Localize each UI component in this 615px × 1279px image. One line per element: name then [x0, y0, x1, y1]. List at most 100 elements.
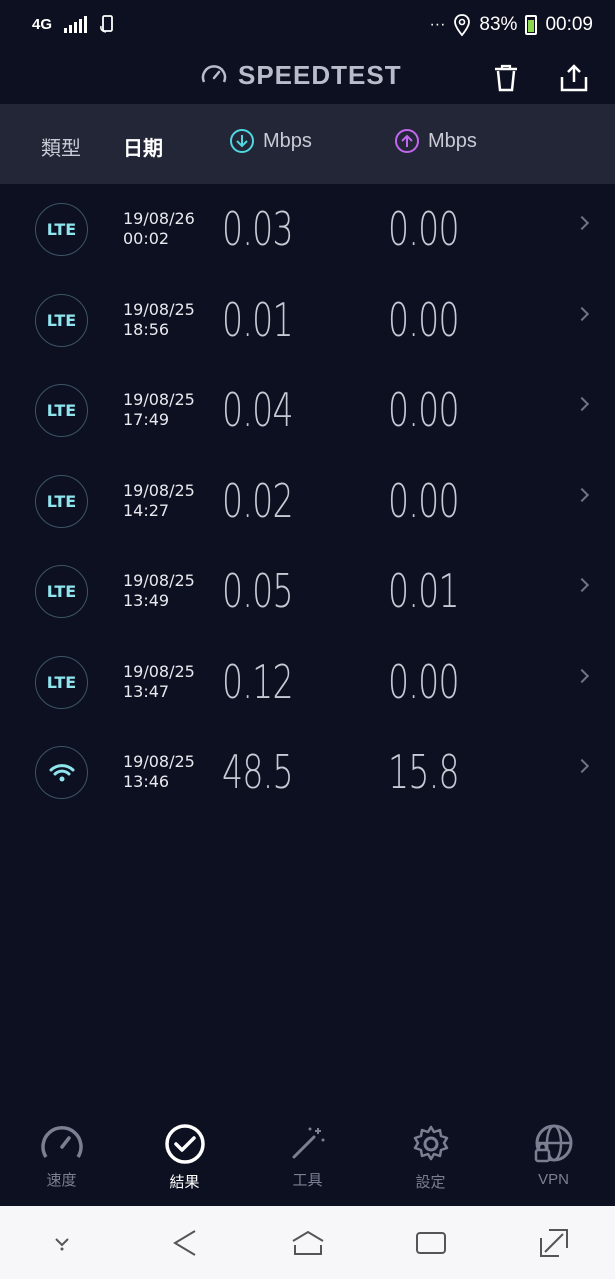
back-icon [172, 1229, 196, 1256]
column-type[interactable]: 類型 [41, 132, 81, 161]
connection-type-badge [35, 746, 88, 799]
nav-results[interactable]: 結果 [123, 1115, 246, 1205]
expand-icon [539, 1228, 568, 1257]
upload-unit: Mbps [428, 129, 477, 152]
result-row[interactable]: LTE 19/08/26 00:02 0.03 0.00 [0, 184, 615, 275]
system-navigation-bar [0, 1206, 615, 1279]
result-row[interactable]: LTE 19/08/25 17:49 0.04 0.00 [0, 365, 615, 456]
download-speed: 0.03 [222, 202, 294, 256]
location-icon [454, 14, 471, 37]
upload-speed: 15.8 [388, 745, 460, 799]
result-row[interactable]: LTE 19/08/25 13:49 0.05 0.01 [0, 546, 615, 637]
column-date[interactable]: 日期 [123, 132, 163, 161]
nav-results-label: 結果 [169, 1174, 200, 1191]
clock: 00:09 [545, 14, 593, 35]
app-title: SPEEDTEST [238, 60, 402, 90]
chevron-right-icon [574, 668, 590, 683]
result-time: 13:46 [123, 772, 170, 791]
nav-tools[interactable]: 工具 [246, 1115, 369, 1205]
connection-type-badge: LTE [35, 565, 88, 618]
connection-type-badge: LTE [35, 293, 88, 347]
nav-speed-label: 速度 [46, 1172, 77, 1189]
connection-type-badge: LTE [35, 655, 88, 709]
speedometer-icon [40, 1126, 83, 1158]
recents-icon [415, 1231, 446, 1254]
back-button[interactable] [165, 1223, 205, 1263]
result-date: 19/08/25 [123, 752, 195, 771]
status-bar: 4G ··· 83% 00:09 [0, 0, 615, 52]
column-download[interactable]: Mbps [229, 128, 312, 154]
upload-speed: 0.00 [388, 202, 460, 256]
upload-speed: 0.00 [388, 292, 460, 347]
delete-button[interactable] [488, 60, 524, 96]
result-time: 13:49 [123, 591, 170, 610]
gear-icon [413, 1125, 448, 1161]
speedometer-icon [201, 64, 227, 83]
download-speed: 0.01 [222, 292, 294, 347]
result-date: 19/08/25 [123, 390, 195, 409]
battery-icon [525, 15, 538, 35]
check-circle-icon [164, 1124, 205, 1164]
app-logo: SPEEDTEST [200, 60, 402, 91]
result-date: 19/08/25 [123, 571, 195, 590]
upload-arrow-icon [395, 129, 419, 153]
results-column-header: 類型 日期 Mbps Mbps [0, 104, 615, 184]
signal-icon [64, 15, 88, 33]
chevron-right-icon [574, 758, 590, 774]
result-time: 14:27 [123, 500, 170, 520]
connection-type-badge: LTE [35, 474, 88, 528]
result-row[interactable]: LTE 19/08/25 18:56 0.01 0.00 [0, 275, 615, 366]
share-icon [560, 64, 588, 92]
result-row[interactable]: LTE 19/08/25 13:47 0.12 0.00 [0, 637, 615, 728]
battery-percent: 83% [479, 14, 518, 35]
chevron-right-icon [574, 306, 590, 321]
bottom-navigation: 速度 結果 工具 設定 VPN [0, 1115, 615, 1205]
result-date: 19/08/26 [123, 209, 195, 228]
nav-vpn-label: VPN [538, 1171, 569, 1188]
magic-wand-icon [292, 1127, 324, 1159]
result-time: 18:56 [123, 319, 170, 339]
nav-tools-label: 工具 [292, 1172, 323, 1189]
download-arrow-icon [230, 129, 254, 153]
share-button[interactable] [556, 60, 592, 96]
chevron-right-icon [574, 487, 590, 502]
nav-settings[interactable]: 設定 [369, 1115, 492, 1205]
results-list: LTE 19/08/26 00:02 0.03 0.00 LTE 19/08/25… [0, 184, 615, 818]
network-type: 4G [32, 15, 53, 33]
globe-lock-icon [534, 1124, 572, 1163]
connection-type-badge: LTE [35, 203, 88, 256]
result-date: 19/08/25 [123, 480, 195, 500]
chevron-down-icon [54, 1237, 69, 1250]
home-icon [291, 1230, 324, 1255]
nav-vpn[interactable]: VPN [492, 1115, 615, 1205]
download-speed: 0.04 [222, 383, 294, 437]
expand-button[interactable] [534, 1223, 574, 1263]
upload-speed: 0.00 [388, 473, 460, 528]
download-speed: 0.12 [222, 654, 294, 709]
upload-speed: 0.00 [388, 654, 460, 709]
result-date: 19/08/25 [123, 299, 195, 319]
wifi-icon [49, 763, 74, 781]
result-date: 19/08/25 [123, 661, 195, 681]
column-upload[interactable]: Mbps [394, 128, 477, 154]
result-time: 13:47 [123, 681, 170, 701]
result-row[interactable]: LTE 19/08/25 14:27 0.02 0.00 [0, 456, 615, 547]
recents-button[interactable] [411, 1223, 451, 1263]
home-button[interactable] [288, 1223, 328, 1263]
chevron-right-icon [574, 577, 590, 593]
upload-speed: 0.00 [388, 383, 460, 437]
rotate-phone-icon [100, 15, 113, 33]
result-time: 17:49 [123, 410, 170, 429]
upload-speed: 0.01 [388, 564, 460, 618]
hide-nav-button[interactable] [42, 1223, 82, 1263]
download-unit: Mbps [263, 129, 312, 152]
download-speed: 0.05 [222, 564, 294, 618]
connection-type-badge: LTE [35, 384, 88, 437]
result-row[interactable]: 19/08/25 13:46 48.5 15.8 [0, 727, 615, 818]
app-header: SPEEDTEST [0, 52, 615, 104]
download-speed: 0.02 [222, 473, 294, 528]
nav-settings-label: 設定 [415, 1174, 446, 1191]
result-time: 00:02 [123, 229, 170, 248]
nav-speed[interactable]: 速度 [0, 1115, 123, 1205]
chevron-right-icon [574, 215, 590, 231]
